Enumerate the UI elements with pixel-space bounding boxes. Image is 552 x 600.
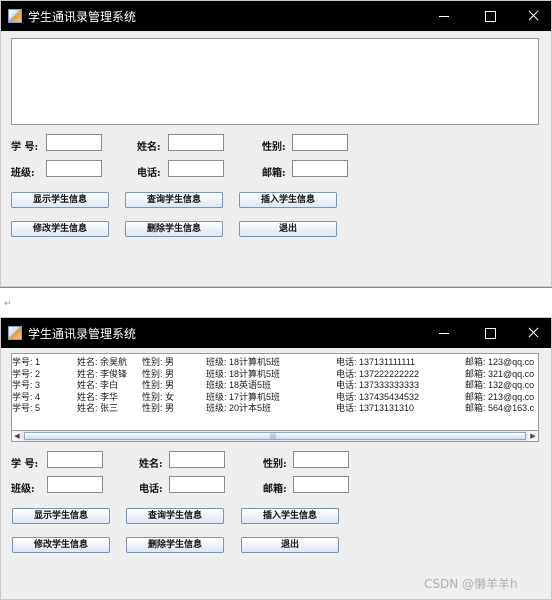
phone-label: 电话: <box>137 168 161 179</box>
email-field[interactable] <box>292 160 348 177</box>
record-class: 班级: 20计本5班 <box>206 403 272 413</box>
minimize-icon <box>439 16 449 17</box>
close-button[interactable] <box>511 318 552 348</box>
modify-student-button[interactable]: 修改学生信息 <box>12 537 110 553</box>
title-bar[interactable]: 学生通讯录管理系统 <box>1 318 551 348</box>
exit-button[interactable]: 退出 <box>241 537 339 553</box>
gender-label: 性别: <box>262 142 286 153</box>
gender-field[interactable] <box>292 134 348 151</box>
id-field[interactable] <box>47 451 103 468</box>
id-label: 学 号: <box>11 142 39 153</box>
scroll-right-icon[interactable]: ▶ <box>528 431 538 441</box>
phone-label: 电话: <box>139 484 163 495</box>
record-name: 姓名: 张三 <box>77 403 119 413</box>
class-label: 班级: <box>11 168 35 179</box>
minimize-button[interactable] <box>421 318 467 348</box>
scrollbar-thumb[interactable]: ||| <box>24 432 526 440</box>
id-field[interactable] <box>46 134 102 151</box>
close-button[interactable] <box>511 1 552 31</box>
record-id: 学号: 5 <box>12 403 41 413</box>
minimize-button[interactable] <box>421 1 467 31</box>
java-app-icon <box>8 326 22 340</box>
record-email: 邮箱: 564@163.c <box>465 403 535 413</box>
show-students-button[interactable]: 显示学生信息 <box>12 508 110 524</box>
class-field[interactable] <box>47 476 103 493</box>
paragraph-mark: ↵ <box>4 299 12 309</box>
name-label: 姓名: <box>137 142 161 153</box>
maximize-button[interactable] <box>467 1 513 31</box>
app-window-empty: 学生通讯录管理系统 学 号: 姓名: 性别: 班级: 电话: 邮箱: 显示学生信… <box>0 0 552 287</box>
id-label: 学 号: <box>11 459 39 470</box>
name-label: 姓名: <box>139 459 163 470</box>
record-phone: 电话: 13713131310 <box>336 403 415 413</box>
name-field[interactable] <box>169 451 225 468</box>
show-students-button[interactable]: 显示学生信息 <box>11 192 109 208</box>
query-student-button[interactable]: 查询学生信息 <box>126 508 224 524</box>
scroll-left-icon[interactable]: ◀ <box>12 431 22 441</box>
modify-student-button[interactable]: 修改学生信息 <box>11 221 109 237</box>
output-text-area[interactable] <box>11 38 539 125</box>
gender-field[interactable] <box>293 451 349 468</box>
window-title: 学生通讯录管理系统 <box>28 327 137 341</box>
maximize-button[interactable] <box>467 318 513 348</box>
insert-student-button[interactable]: 插入学生信息 <box>241 508 339 524</box>
watermark: CSDN @懒羊羊h <box>424 577 518 591</box>
java-app-icon <box>8 9 22 23</box>
maximize-icon <box>485 328 496 339</box>
title-bar[interactable]: 学生通讯录管理系统 <box>1 1 551 31</box>
phone-field[interactable] <box>168 160 224 177</box>
query-student-button[interactable]: 查询学生信息 <box>125 192 223 208</box>
email-label: 邮箱: <box>263 484 287 495</box>
delete-student-button[interactable]: 删除学生信息 <box>126 537 224 553</box>
name-field[interactable] <box>168 134 224 151</box>
phone-field[interactable] <box>169 476 225 493</box>
output-text-area[interactable]: 学号: 1 姓名: 余昊航 性别: 男班级: 18计算机5班 电话: 13713111… <box>11 353 539 437</box>
class-label: 班级: <box>11 484 35 495</box>
horizontal-scrollbar[interactable]: ◀ ||| ▶ <box>11 430 539 442</box>
page-separator <box>0 287 552 288</box>
insert-student-button[interactable]: 插入学生信息 <box>239 192 337 208</box>
gender-label: 性别: <box>263 459 287 470</box>
maximize-icon <box>485 11 496 22</box>
app-window-populated: 学生通讯录管理系统 学号: 1 姓名: 余昊航 性别: 男班级: 18计算机5班 电话… <box>0 317 552 600</box>
minimize-icon <box>439 333 449 334</box>
class-field[interactable] <box>46 160 102 177</box>
delete-student-button[interactable]: 删除学生信息 <box>125 221 223 237</box>
email-label: 邮箱: <box>262 168 286 179</box>
email-field[interactable] <box>293 476 349 493</box>
exit-button[interactable]: 退出 <box>239 221 337 237</box>
record-gender: 性别: 男 <box>142 403 175 413</box>
window-title: 学生通讯录管理系统 <box>28 10 137 24</box>
